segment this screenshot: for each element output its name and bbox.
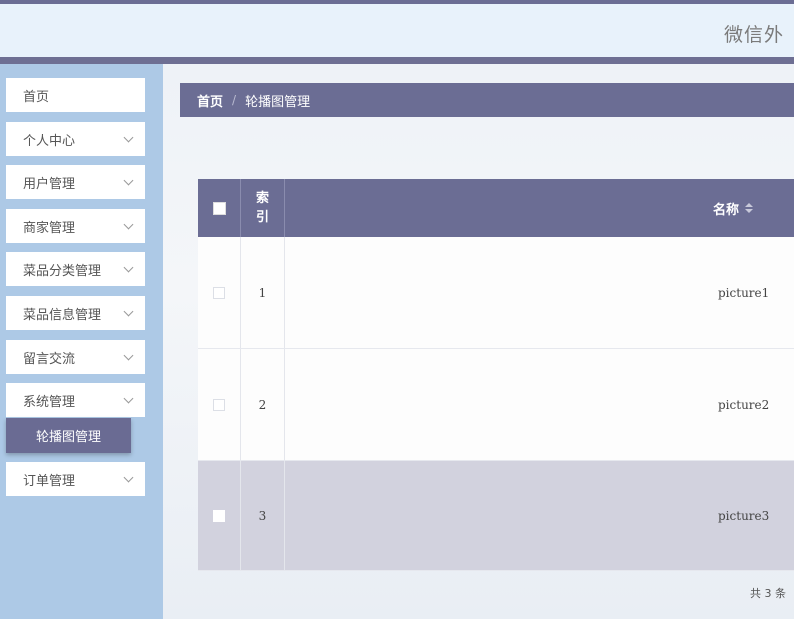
row-check-cell: [198, 237, 241, 348]
sidebar-subitem-carousel-management[interactable]: 轮播图管理: [6, 418, 131, 453]
chevron-down-icon: [123, 262, 134, 272]
app-title: 微信外: [724, 24, 785, 46]
sidebar-item-label: 系统管理: [23, 394, 76, 410]
sidebar-subitem-label: 轮播图管理: [35, 430, 101, 445]
sidebar-item-dish-info-management[interactable]: 菜品信息管理: [6, 296, 145, 330]
breadcrumb-current: 轮播图管理: [245, 94, 311, 110]
chevron-down-icon: [123, 306, 134, 316]
breadcrumb-home[interactable]: 首页: [197, 91, 223, 110]
column-header-name-label: 名称: [713, 202, 740, 218]
table-row: 3 picture3: [198, 461, 794, 571]
sidebar-item-dish-category-management[interactable]: 菜品分类管理: [6, 252, 145, 286]
chevron-down-icon: [123, 219, 134, 229]
chevron-down-icon: [123, 393, 134, 403]
row-name: picture2: [718, 397, 770, 412]
sidebar-item-personal-center[interactable]: 个人中心: [6, 122, 145, 156]
sidebar-item-messages[interactable]: 留言交流: [6, 340, 145, 374]
chevron-down-icon: [123, 472, 134, 482]
sidebar-item-label: 首页: [23, 89, 50, 105]
chevron-down-icon: [123, 350, 134, 360]
sidebar-item-home[interactable]: 首页: [6, 78, 145, 112]
sidebar-item-label: 菜品信息管理: [23, 307, 102, 323]
sort-icon[interactable]: [745, 203, 754, 213]
table-header: 索 引 名称: [198, 179, 794, 237]
sidebar-item-label: 用户管理: [23, 176, 76, 192]
sidebar-item-label: 个人中心: [23, 133, 76, 149]
column-header-index-label: 索 引: [255, 191, 269, 225]
chevron-down-icon: [123, 132, 134, 142]
row-check-cell: [198, 349, 241, 460]
row-index: 2: [241, 349, 285, 460]
column-header-name[interactable]: 名称: [713, 179, 754, 237]
sidebar-item-user-management[interactable]: 用户管理: [6, 165, 145, 199]
sidebar-item-order-management[interactable]: 订单管理: [6, 462, 145, 496]
row-checkbox[interactable]: [213, 286, 225, 299]
pagination-total: 共 3 条: [750, 587, 786, 600]
sidebar-item-label: 订单管理: [23, 473, 76, 489]
chevron-down-icon: [123, 175, 134, 185]
row-checkbox[interactable]: [213, 398, 225, 411]
row-name: picture1: [718, 285, 770, 300]
row-index: 1: [241, 237, 285, 348]
sidebar-item-system-management[interactable]: 系统管理: [6, 383, 145, 417]
select-all-cell: [198, 179, 241, 237]
sidebar-item-label: 留言交流: [23, 351, 76, 367]
breadcrumb-separator: /: [232, 93, 237, 107]
table-row: 1 picture1: [198, 237, 794, 349]
breadcrumb: 首页 / 轮播图管理: [180, 83, 794, 117]
select-all-checkbox[interactable]: [212, 201, 226, 215]
sidebar-item-merchant-management[interactable]: 商家管理: [6, 209, 145, 243]
row-checkbox[interactable]: [213, 509, 225, 522]
app-header: 微信外: [0, 4, 794, 57]
row-name: picture3: [718, 508, 770, 523]
row-index: 3: [241, 461, 285, 570]
table-row: 2 picture2: [198, 349, 794, 461]
header-divider: [0, 57, 794, 64]
column-header-index: 索 引: [241, 179, 285, 237]
sidebar-item-label: 商家管理: [23, 220, 76, 236]
row-check-cell: [198, 461, 241, 570]
sidebar-item-label: 菜品分类管理: [23, 263, 102, 279]
